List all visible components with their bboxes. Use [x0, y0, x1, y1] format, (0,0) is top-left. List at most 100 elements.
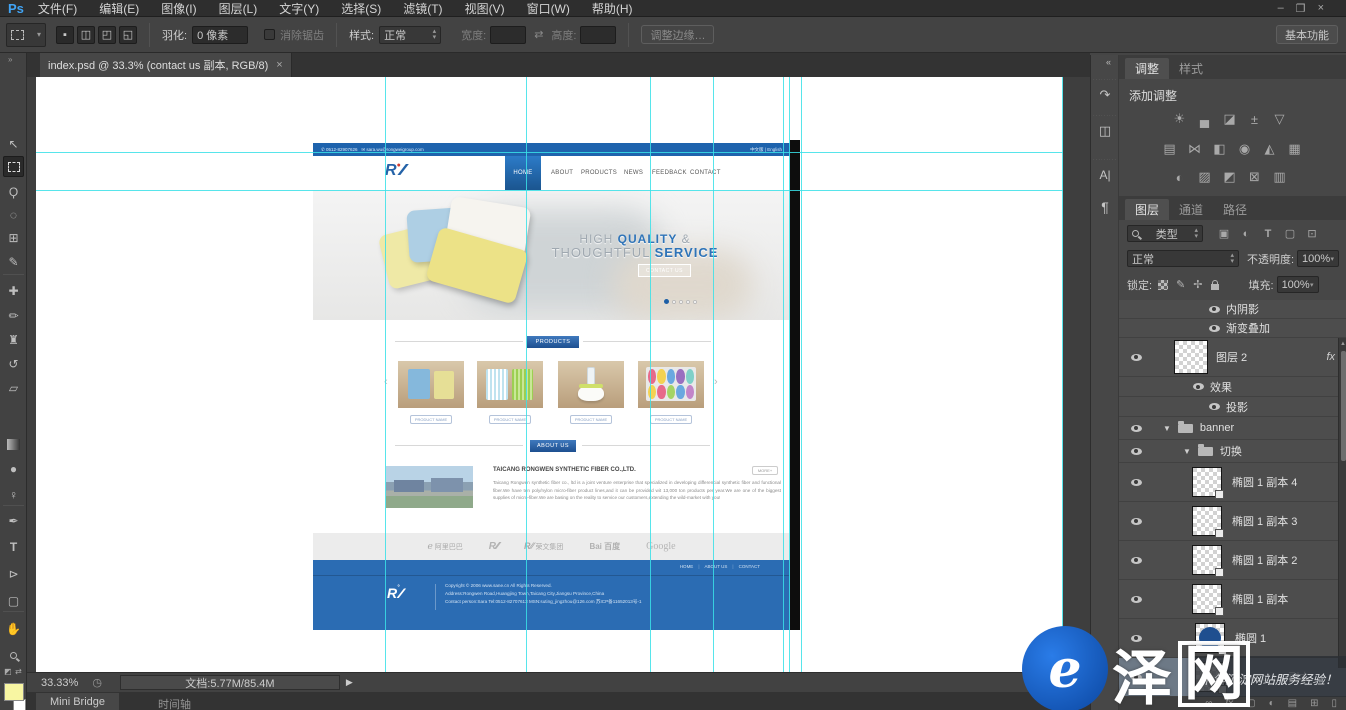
- eye-icon[interactable]: [1193, 383, 1204, 390]
- menu-view[interactable]: 视图(V): [465, 0, 505, 17]
- delete-layer-icon[interactable]: ▯: [1331, 698, 1337, 709]
- eye-icon[interactable]: [1131, 518, 1142, 525]
- tab-mini-bridge[interactable]: Mini Bridge: [36, 693, 119, 710]
- opacity-value[interactable]: 100%▾: [1297, 250, 1339, 267]
- document-tab[interactable]: index.psd @ 33.3% (contact us 副本, RGB/8)…: [40, 53, 292, 77]
- invert-icon[interactable]: ◐: [1167, 170, 1192, 185]
- lock-paint-icon[interactable]: ✎: [1176, 278, 1185, 291]
- photo-filter-icon[interactable]: ◉: [1232, 141, 1257, 157]
- layer-filter-kind-select[interactable]: 类型▴▾: [1127, 225, 1203, 242]
- pen-tool[interactable]: ✒: [3, 510, 24, 531]
- channel-mixer-icon[interactable]: ◭: [1257, 141, 1282, 157]
- lock-transparent-icon[interactable]: [1158, 280, 1168, 290]
- layer-effect-row[interactable]: 内阴影: [1119, 300, 1346, 319]
- new-adjustment-icon[interactable]: ◐: [1269, 698, 1275, 709]
- eye-icon[interactable]: [1131, 425, 1142, 432]
- paragraph-panel-icon[interactable]: ¶: [1094, 197, 1116, 217]
- threshold-icon[interactable]: ◩: [1217, 169, 1242, 185]
- restore-button[interactable]: ❐: [1296, 2, 1318, 15]
- antialias-checkbox[interactable]: [264, 29, 275, 40]
- scrollbar-thumb[interactable]: [1341, 351, 1346, 461]
- exposure-icon[interactable]: ±: [1242, 112, 1267, 127]
- lasso-tool[interactable]: Ϙ: [3, 181, 24, 202]
- curves-icon[interactable]: ◪: [1217, 111, 1242, 127]
- eye-icon[interactable]: [1209, 306, 1220, 313]
- filter-smart-objects-icon[interactable]: ⊡: [1301, 227, 1323, 240]
- tab-layers[interactable]: 图层: [1125, 199, 1169, 220]
- tab-adjustments[interactable]: 调整: [1125, 58, 1169, 79]
- eye-icon[interactable]: [1131, 596, 1142, 603]
- brush-tool[interactable]: ✏: [3, 305, 24, 326]
- move-tool[interactable]: ↖: [3, 133, 24, 154]
- layers-scrollbar[interactable]: ▲: [1338, 338, 1346, 668]
- blend-mode-select[interactable]: 正常▴▾: [1127, 250, 1239, 267]
- color-balance-icon[interactable]: ⋈: [1182, 141, 1207, 157]
- layer-group-row[interactable]: ▼ 切换: [1119, 440, 1346, 463]
- layer-effects-header-row[interactable]: 效果: [1119, 377, 1346, 397]
- tab-styles[interactable]: 样式: [1169, 58, 1213, 79]
- vibrance-icon[interactable]: ▽: [1267, 111, 1292, 127]
- healing-brush-tool[interactable]: ✚: [3, 280, 24, 301]
- selection-mode-new[interactable]: ▪: [56, 26, 74, 44]
- zoom-level[interactable]: 33.33%: [41, 677, 78, 689]
- close-button[interactable]: ×: [1318, 2, 1336, 14]
- lock-position-icon[interactable]: ✢: [1193, 278, 1202, 291]
- zoom-tool[interactable]: [3, 645, 24, 666]
- layer-row[interactable]: 椭圆 1 副本 4: [1119, 463, 1346, 502]
- selection-mode-subtract[interactable]: ◰: [98, 26, 116, 44]
- layer-row[interactable]: 椭圆 1 副本 3: [1119, 502, 1346, 541]
- blur-tool[interactable]: ●: [3, 458, 24, 479]
- document-info[interactable]: 文档:5.77M/85.4M: [120, 675, 340, 690]
- eye-icon[interactable]: [1131, 557, 1142, 564]
- layer-row[interactable]: 图层 2 fx: [1119, 338, 1346, 377]
- menu-file[interactable]: 文件(F): [38, 0, 77, 17]
- tab-channels[interactable]: 通道: [1169, 199, 1213, 220]
- eye-icon[interactable]: [1131, 448, 1142, 455]
- lock-all-icon[interactable]: [1211, 284, 1219, 290]
- status-options-arrow[interactable]: ▶: [346, 677, 353, 688]
- eraser-tool[interactable]: ▱: [3, 377, 24, 398]
- hand-tool[interactable]: ✋: [3, 618, 24, 639]
- filter-pixel-layers-icon[interactable]: ▣: [1213, 227, 1235, 240]
- minimize-button[interactable]: –: [1278, 2, 1296, 14]
- menu-edit[interactable]: 编辑(E): [99, 0, 139, 17]
- toolbar-collapse-icon[interactable]: »: [8, 55, 12, 64]
- menu-type[interactable]: 文字(Y): [279, 0, 319, 17]
- dock-collapse-icon[interactable]: «: [1106, 57, 1111, 67]
- layer-group-row[interactable]: ▼ banner: [1119, 417, 1346, 440]
- feather-input[interactable]: 0 像素: [192, 26, 248, 44]
- color-lookup-icon[interactable]: ▦: [1282, 141, 1307, 157]
- tool-preset-picker[interactable]: ▾: [6, 23, 46, 47]
- filter-shape-layers-icon[interactable]: ▢: [1279, 227, 1301, 240]
- tab-timeline[interactable]: 时间轴: [158, 696, 191, 710]
- tab-close-icon[interactable]: ×: [276, 59, 282, 71]
- hue-saturation-icon[interactable]: ▤: [1157, 141, 1182, 157]
- menu-select[interactable]: 选择(S): [341, 0, 381, 17]
- gradient-tool[interactable]: [3, 434, 24, 455]
- style-select[interactable]: 正常▴▾: [379, 26, 441, 44]
- expand-triangle-icon[interactable]: ▼: [1163, 424, 1171, 433]
- swap-colors-icon[interactable]: ⇄: [15, 667, 22, 676]
- new-group-icon[interactable]: ▤: [1288, 698, 1297, 709]
- dodge-tool[interactable]: ♀: [3, 484, 24, 505]
- eye-icon[interactable]: [1131, 354, 1142, 361]
- default-colors-icon[interactable]: ◩: [4, 667, 12, 676]
- workspace-button[interactable]: 基本功能: [1276, 25, 1338, 44]
- foreground-color-swatch[interactable]: [4, 683, 24, 701]
- eyedropper-tool[interactable]: ✎: [3, 251, 24, 272]
- eye-icon[interactable]: [1209, 325, 1220, 332]
- levels-icon[interactable]: ▄: [1192, 112, 1217, 127]
- fill-value[interactable]: 100%▾: [1277, 276, 1319, 293]
- height-input[interactable]: [580, 26, 616, 44]
- layer-row[interactable]: 椭圆 1 副本: [1119, 580, 1346, 619]
- clone-stamp-tool[interactable]: ♜: [3, 329, 24, 350]
- selection-mode-intersect[interactable]: ◱: [119, 26, 137, 44]
- history-panel-icon[interactable]: ↷: [1094, 85, 1116, 105]
- new-layer-icon[interactable]: ⊞: [1310, 698, 1318, 709]
- menu-layer[interactable]: 图层(L): [219, 0, 258, 17]
- brightness-contrast-icon[interactable]: ☀: [1167, 111, 1192, 127]
- black-white-icon[interactable]: ◧: [1207, 141, 1232, 157]
- fx-badge[interactable]: fx: [1326, 351, 1335, 363]
- history-brush-tool[interactable]: ↺: [3, 353, 24, 374]
- crop-tool[interactable]: ⊞: [3, 227, 24, 248]
